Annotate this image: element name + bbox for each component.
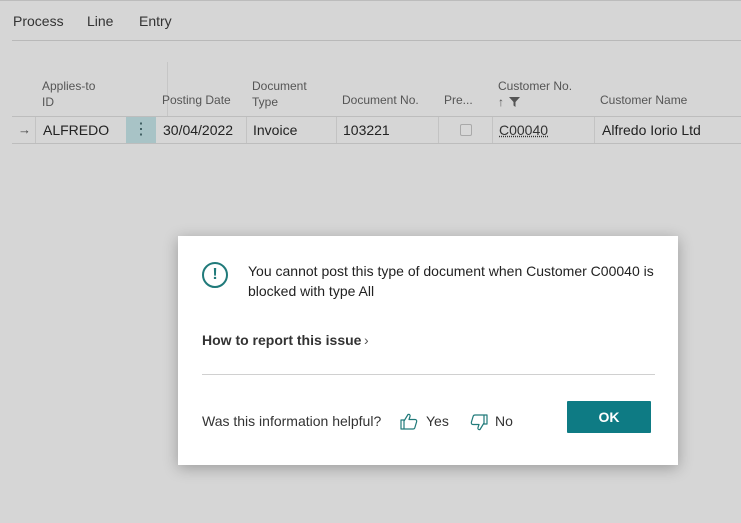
prepayment-checkbox[interactable] [460,124,472,136]
grid-header: Applies-to ID Posting Date Document Type… [12,62,741,116]
header-document-no[interactable]: Document No. [342,92,419,108]
header-document-type[interactable]: Document Type [252,78,307,110]
action-bar: Process Line Entry [0,0,741,42]
header-prepayment[interactable]: Pre... [444,92,473,108]
table-row[interactable]: → ALFREDO ⋮ 30/04/2022 Invoice 103221 C0… [12,116,741,144]
sort-ascending-icon: ↑ [498,95,504,109]
cell-divider [246,117,247,143]
cell-divider [438,117,439,143]
cell-divider [594,117,595,143]
thumbs-up-icon[interactable] [400,413,418,430]
cell-document-no[interactable]: 103221 [343,117,390,143]
cell-customer-name[interactable]: Alfredo Iorio Ltd [602,117,701,143]
action-bar-divider [12,40,741,41]
chevron-right-icon[interactable]: › [364,332,369,348]
filter-icon [509,97,521,107]
action-process[interactable]: Process [13,13,64,29]
header-customer-name[interactable]: Customer Name [600,92,687,108]
cell-divider [336,117,337,143]
no-button[interactable]: No [495,413,513,429]
cell-divider [492,117,493,143]
error-message: You cannot post this type of document wh… [248,263,654,299]
cell-document-type[interactable]: Invoice [253,117,297,143]
cell-applies-to-id[interactable]: ALFREDO [43,117,109,143]
row-menu-button[interactable]: ⋮ [126,117,156,143]
header-posting-date[interactable]: Posting Date [162,92,231,108]
header-customer-no[interactable]: Customer No. ↑ [498,78,572,110]
error-dialog: ! You cannot post this type of document … [178,236,678,465]
row-indicator-arrow-icon: → [18,122,31,137]
info-icon: ! [202,262,228,288]
cell-posting-date[interactable]: 30/04/2022 [163,117,233,143]
cell-divider [35,117,36,143]
yes-button[interactable]: Yes [426,413,449,429]
action-line[interactable]: Line [87,13,113,29]
ok-button[interactable]: OK [567,401,651,433]
helpful-question: Was this information helpful? [202,413,382,429]
thumbs-down-icon[interactable] [470,414,488,431]
dialog-divider [202,374,655,375]
action-entry[interactable]: Entry [139,13,172,29]
report-issue-link[interactable]: How to report this issue [202,332,361,348]
header-applies-to-id[interactable]: Applies-to ID [42,78,95,110]
cell-customer-no-link[interactable]: C00040 [499,117,548,143]
